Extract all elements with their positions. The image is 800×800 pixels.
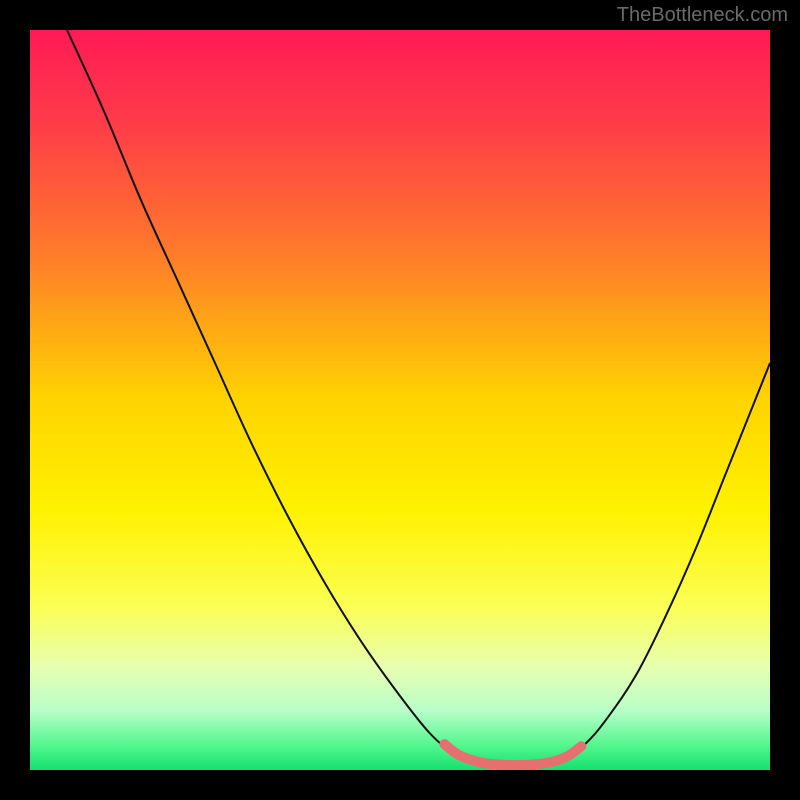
gradient-fill-rect <box>30 30 770 770</box>
chart-svg <box>30 30 770 770</box>
plot-area <box>30 30 770 770</box>
watermark-text: TheBottleneck.com <box>617 4 788 27</box>
